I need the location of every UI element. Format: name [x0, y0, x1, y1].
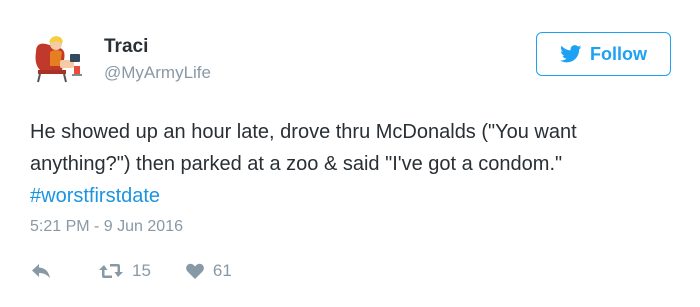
retweet-icon: [99, 264, 123, 278]
tweet-card: Traci @MyArmyLife Follow He showed up an…: [0, 0, 700, 307]
avatar-illustration: [35, 36, 82, 83]
tweet-body: He showed up an hour late, drove thru Mc…: [30, 121, 577, 175]
tweet-actions: 15 61: [30, 258, 232, 284]
reply-button[interactable]: [30, 262, 60, 280]
twitter-bird-icon: [560, 45, 582, 63]
follow-button-label: Follow: [590, 43, 647, 64]
like-button[interactable]: 61: [185, 261, 232, 281]
tweet-timestamp[interactable]: 5:21 PM - 9 Jun 2016: [30, 218, 183, 236]
author-name[interactable]: Traci: [104, 36, 148, 58]
avatar[interactable]: [30, 30, 86, 86]
reply-icon: [32, 264, 50, 278]
author-handle[interactable]: @MyArmyLife: [104, 63, 211, 83]
tweet-text: He showed up an hour late, drove thru Mc…: [30, 116, 670, 212]
retweet-count: 15: [132, 261, 151, 280]
heart-icon: [186, 263, 204, 279]
follow-button[interactable]: Follow: [536, 32, 671, 76]
retweet-button[interactable]: 15: [98, 261, 151, 281]
hashtag-link[interactable]: #worstfirstdate: [30, 185, 160, 207]
like-count: 61: [212, 261, 232, 280]
